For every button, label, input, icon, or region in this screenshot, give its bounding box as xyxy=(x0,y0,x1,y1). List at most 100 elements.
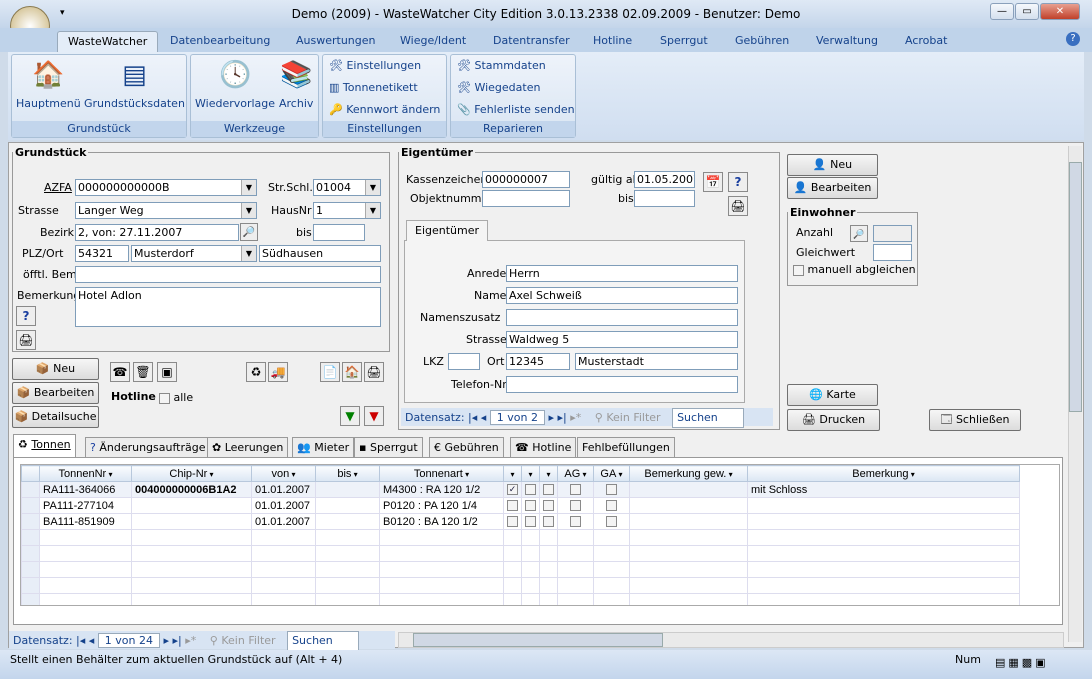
chevron-down-icon[interactable]: ▼ xyxy=(365,180,380,195)
plz-field[interactable]: 12345 xyxy=(506,353,570,370)
filter-dropdown-icon[interactable]: ▾ xyxy=(546,470,550,479)
cell-bis[interactable] xyxy=(315,497,380,514)
chevron-down-icon[interactable]: ▼ xyxy=(241,246,256,261)
checkbox[interactable] xyxy=(525,500,536,512)
empty-cell[interactable] xyxy=(379,545,504,562)
tab-fehlbefuellungen[interactable]: Fehlbefüllungen xyxy=(577,437,675,457)
horizontal-scrollbar[interactable] xyxy=(398,632,1064,648)
empty-cell[interactable] xyxy=(521,561,540,578)
row-selector[interactable] xyxy=(21,593,40,605)
tab-auswertungen[interactable]: Auswertungen xyxy=(286,31,386,52)
tab-mieter[interactable]: 👥 Mieter xyxy=(292,437,355,457)
empty-cell[interactable] xyxy=(747,545,1020,562)
tab-tonnen[interactable]: ♻ Tonnen xyxy=(13,434,76,458)
name-field[interactable]: Axel Schweiß xyxy=(506,287,738,304)
empty-cell[interactable] xyxy=(747,561,1020,578)
empty-cell[interactable] xyxy=(315,577,380,594)
checkbox[interactable] xyxy=(543,500,554,512)
filter-dropdown-icon[interactable]: ▾ xyxy=(351,470,358,479)
search-icon[interactable]: 🔎 xyxy=(850,225,868,242)
table-row[interactable] xyxy=(21,545,1020,562)
empty-cell[interactable] xyxy=(251,593,316,605)
checkbox-cell[interactable] xyxy=(503,513,522,530)
grundstuecksdaten-button[interactable]: ▤ Grundstücksdaten xyxy=(84,59,185,110)
column-header[interactable]: Chip-Nr ▾ xyxy=(131,465,252,482)
first-record-button[interactable]: |◂ xyxy=(76,634,85,647)
search-input[interactable]: Suchen xyxy=(287,631,360,651)
checkbox[interactable] xyxy=(543,484,554,496)
document-icon[interactable]: 📄 xyxy=(320,362,340,382)
row-selector[interactable] xyxy=(21,545,40,562)
tab-sperrgut[interactable]: Sperrgut xyxy=(650,31,718,52)
chevron-down-icon[interactable]: ▼ xyxy=(365,203,380,218)
cell-von[interactable]: 01.01.2007 xyxy=(251,513,316,530)
checkbox[interactable] xyxy=(606,484,617,496)
empty-cell[interactable] xyxy=(539,561,558,578)
cell-chip[interactable] xyxy=(131,513,252,530)
empty-cell[interactable] xyxy=(747,529,1020,546)
drucken-button[interactable]: 🖨 Drucken xyxy=(787,409,880,431)
karte-button[interactable]: 🌐 Karte xyxy=(787,384,878,406)
next-record-button[interactable]: ▸ xyxy=(549,411,555,424)
neu-eigentuemer-button[interactable]: 👤 Neu xyxy=(787,154,878,176)
empty-cell[interactable] xyxy=(503,593,522,605)
empty-cell[interactable] xyxy=(539,545,558,562)
checkbox[interactable] xyxy=(606,516,617,528)
tab-datentransfer[interactable]: Datentransfer xyxy=(483,31,580,52)
row-selector[interactable] xyxy=(21,529,40,546)
tab-aenderungsauftraege[interactable]: ? Änderungsaufträge xyxy=(85,437,211,457)
empty-cell[interactable] xyxy=(315,545,380,562)
empty-cell[interactable] xyxy=(39,577,132,594)
gleichwert-field[interactable] xyxy=(873,244,912,261)
ort-field[interactable]: Musterstadt xyxy=(575,353,738,370)
checkbox-cell[interactable] xyxy=(539,481,558,498)
checkbox-cell[interactable] xyxy=(557,497,594,514)
bem-field[interactable] xyxy=(75,266,381,283)
table-row[interactable]: RA111-364066 004000000006B1A2 01.01.2007 M4… xyxy=(21,481,1020,498)
checkbox[interactable] xyxy=(507,500,518,512)
bemerkung-field[interactable]: Hotel Adlon xyxy=(75,287,381,327)
checkbox-cell[interactable] xyxy=(593,481,630,498)
empty-cell[interactable] xyxy=(503,561,522,578)
cell-chip[interactable]: 004000000006B1A2 xyxy=(131,481,252,498)
tab-hotline[interactable]: Hotline xyxy=(583,31,642,52)
restore-button[interactable]: ▭ xyxy=(1015,3,1039,20)
cell-von[interactable]: 01.01.2007 xyxy=(251,481,316,498)
empty-cell[interactable] xyxy=(557,545,594,562)
empty-cell[interactable] xyxy=(251,561,316,578)
table-row[interactable]: BA111-851909 01.01.2007 B0120 : BA 120 1/2 xyxy=(21,513,1020,530)
last-record-button[interactable]: ▸| xyxy=(173,634,182,647)
empty-cell[interactable] xyxy=(593,593,630,605)
kennwort-button[interactable]: 🔑 Kennwort ändern xyxy=(329,103,440,116)
column-header[interactable]: TonnenNr ▾ xyxy=(39,465,132,482)
tab-gebuehren[interactable]: € Gebühren xyxy=(429,437,504,457)
bin-icon[interactable]: ♻ xyxy=(246,362,266,382)
print-icon[interactable]: 🖨 xyxy=(16,330,36,350)
column-header[interactable]: Tonnenart ▾ xyxy=(379,465,504,482)
empty-cell[interactable] xyxy=(131,529,252,546)
checkbox[interactable] xyxy=(606,500,617,512)
empty-cell[interactable] xyxy=(557,529,594,546)
detailsuche-button[interactable]: 📦 Detailsuche xyxy=(12,406,99,428)
tab-eigentuemer[interactable]: Eigentümer xyxy=(406,220,489,241)
ortsteil-field[interactable]: Südhausen xyxy=(259,245,381,262)
row-selector[interactable] xyxy=(21,481,40,498)
column-header[interactable]: Bemerkung ▾ xyxy=(747,465,1020,482)
neu-button[interactable]: 📦 Neu xyxy=(12,358,99,380)
view-buttons[interactable]: ▤▦▩▣ xyxy=(995,653,1049,673)
checkbox[interactable] xyxy=(543,516,554,528)
prev-record-button[interactable]: ◂ xyxy=(89,634,95,647)
tab-wiege-ident[interactable]: Wiege/Ident xyxy=(390,31,476,52)
minimize-button[interactable]: — xyxy=(990,3,1014,20)
filter-dropdown-icon[interactable]: ▾ xyxy=(726,470,733,479)
cell-bis[interactable] xyxy=(315,481,380,498)
column-header[interactable]: ▾ xyxy=(539,465,558,482)
strasse-field[interactable]: Waldweg 5 xyxy=(506,331,738,348)
empty-cell[interactable] xyxy=(503,545,522,562)
schliessen-button[interactable]: 🗔 Schließen xyxy=(929,409,1021,431)
wiedervorlage-button[interactable]: 🕓 Wiedervorlage xyxy=(195,59,275,110)
close-button[interactable]: ✕ xyxy=(1040,3,1080,20)
empty-cell[interactable] xyxy=(379,593,504,605)
bearbeiten-button[interactable]: 📦 Bearbeiten xyxy=(12,382,99,404)
record-field[interactable]: 1 von 2 xyxy=(489,410,545,425)
